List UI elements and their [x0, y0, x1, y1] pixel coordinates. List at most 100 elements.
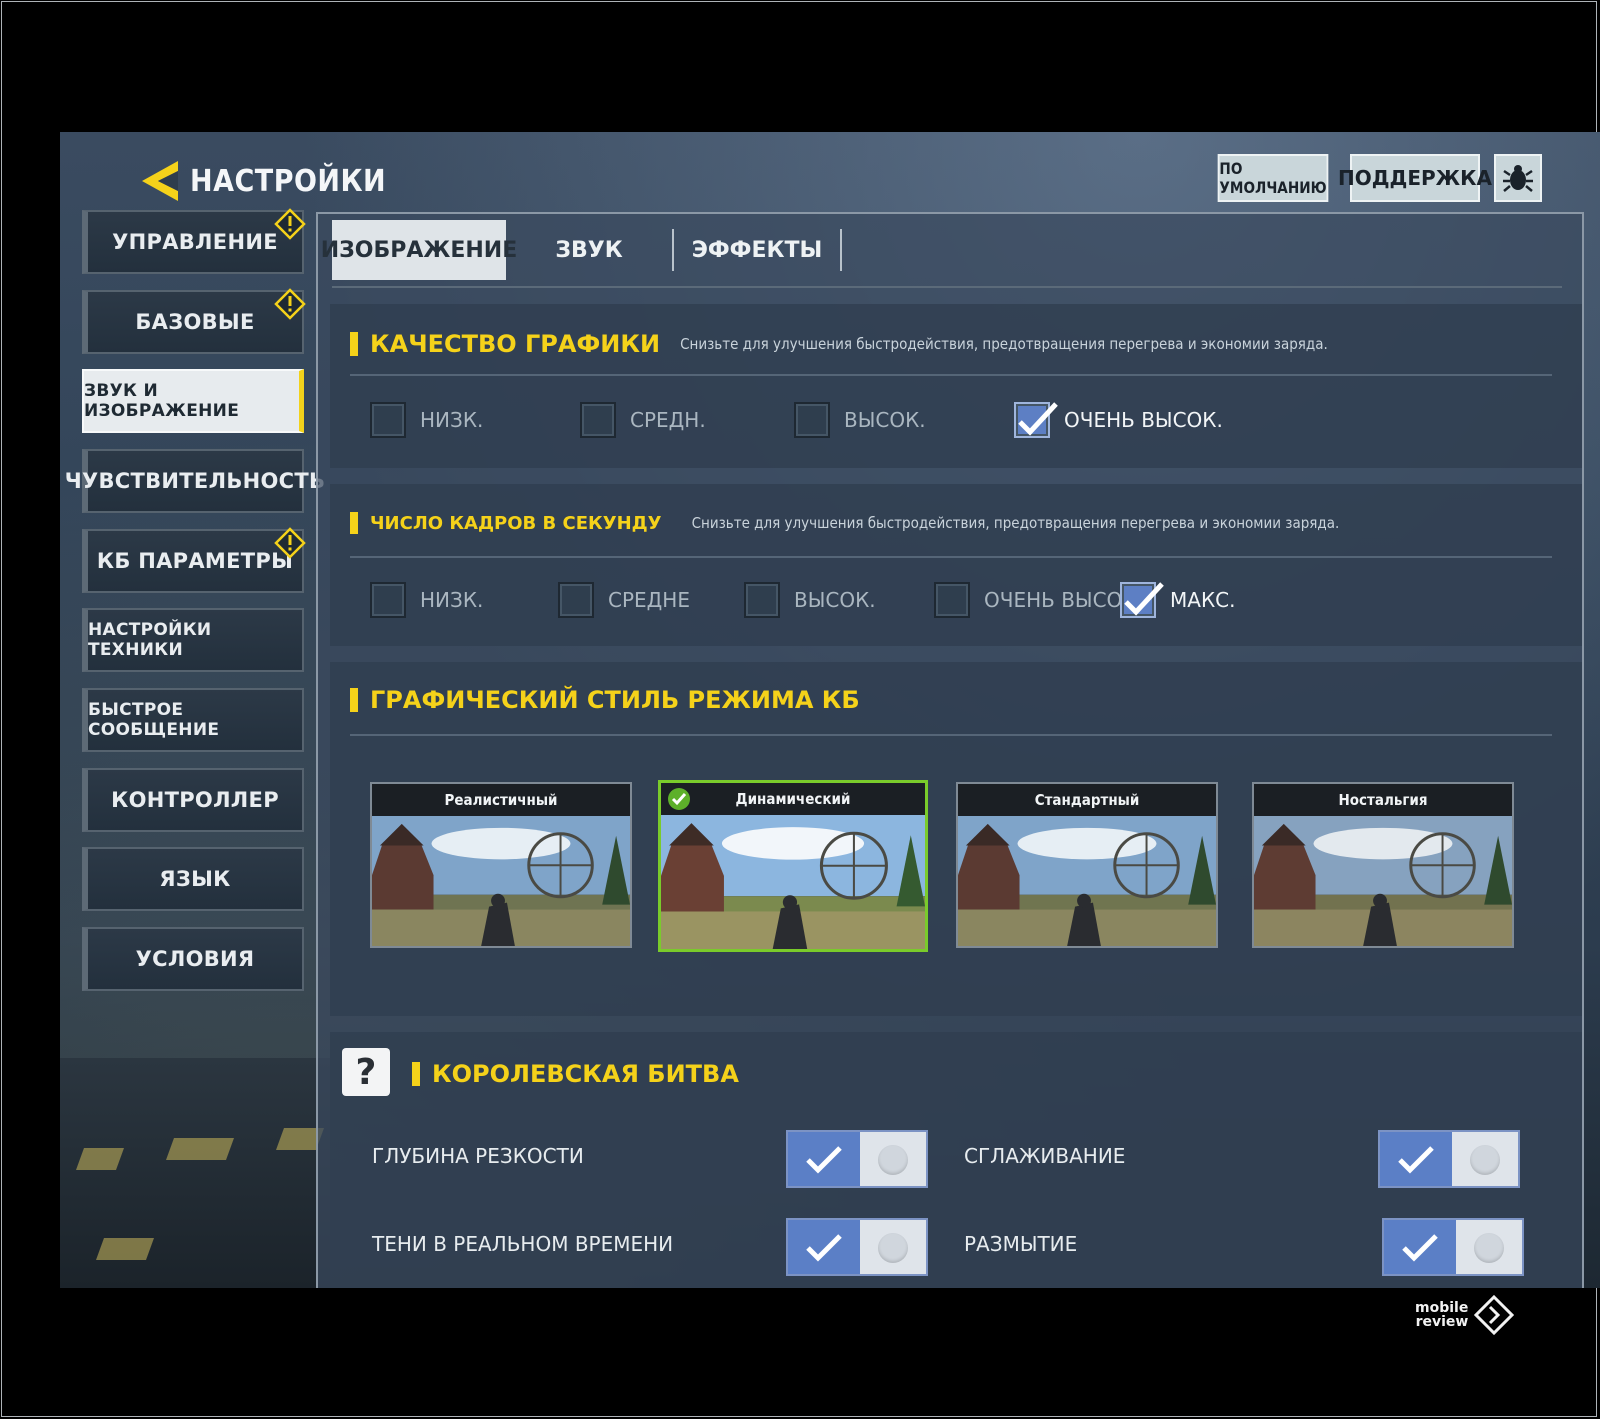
toggle-label: ТЕНИ В РЕАЛЬНОМ ВРЕМЕНИ — [372, 1232, 674, 1256]
sidebar-item-br-settings[interactable]: КБ ПАРАМЕТРЫ — [82, 527, 306, 593]
help-icon[interactable]: ? — [342, 1048, 390, 1096]
style-preview-image — [661, 815, 925, 949]
section-marker — [350, 332, 358, 356]
quality-option-medium[interactable]: СРЕДН. — [580, 402, 706, 438]
anti-aliasing-toggle[interactable] — [1378, 1130, 1520, 1188]
check-icon — [1124, 582, 1164, 616]
bug-report-button[interactable] — [1494, 154, 1542, 202]
sidebar-item-label: ЗВУК И ИЗОБРАЖЕНИЕ — [84, 381, 240, 421]
watermark-line1: mobile — [1415, 1300, 1469, 1316]
sidebar-item-label: КБ ПАРАМЕТРЫ — [96, 549, 294, 573]
fps-option-medium[interactable]: СРЕДНЕ — [558, 582, 690, 618]
style-card-dynamic[interactable]: Динамический — [658, 780, 928, 952]
toggle-knob — [1470, 1145, 1500, 1175]
section-title: КАЧЕСТВО ГРАФИКИ — [370, 330, 661, 358]
toggle-on-segment — [788, 1132, 860, 1186]
page-title: НАСТРОЙКИ — [190, 163, 387, 199]
warning-icon — [274, 208, 306, 240]
blur-toggle[interactable] — [1382, 1218, 1524, 1276]
section-description: Снизьте для улучшения быстродействия, пр… — [691, 514, 1340, 532]
quality-option-very-high[interactable]: ОЧЕНЬ ВЫСОК. — [1014, 402, 1223, 438]
tab-sound[interactable]: ЗВУК — [506, 220, 672, 280]
style-card-realistic[interactable]: Реалистичный — [370, 782, 632, 948]
style-label: Стандартный — [1034, 791, 1140, 809]
warning-icon — [274, 288, 306, 320]
sidebar-item-language[interactable]: ЯЗЫК — [82, 847, 304, 911]
support-button[interactable]: ПОДДЕРЖКА — [1338, 154, 1492, 202]
section-marker — [412, 1062, 420, 1086]
background-road — [60, 1058, 330, 1288]
sidebar-item-label: ЯЗЫК — [159, 867, 231, 891]
sidebar-item-sound-graphics[interactable]: ЗВУК И ИЗОБРАЖЕНИЕ — [82, 369, 304, 433]
checkbox[interactable] — [558, 582, 594, 618]
selected-check-icon — [668, 788, 690, 810]
checkbox-checked[interactable] — [1120, 582, 1164, 618]
mobile-review-watermark: mobile review — [1415, 1295, 1515, 1335]
checkbox[interactable] — [744, 582, 780, 618]
sidebar-item-basic[interactable]: БАЗОВЫЕ — [82, 288, 306, 354]
toggle-on-segment — [788, 1220, 860, 1274]
style-preview-image — [372, 816, 630, 946]
sidebar-item-controller[interactable]: КОНТРОЛЛЕР — [82, 768, 304, 832]
tab-graphics[interactable]: ИЗОБРАЖЕНИЕ — [321, 220, 517, 280]
section-divider — [350, 734, 1552, 736]
section-title: КОРОЛЕВСКАЯ БИТВА — [432, 1060, 739, 1088]
check-icon — [806, 1234, 842, 1262]
fps-option-very-high[interactable]: ОЧЕНЬ ВЫСОК. — [934, 582, 1143, 618]
toggle-knob — [878, 1145, 908, 1175]
defaults-button[interactable]: ПО УМОЛЧАНИЮ — [1217, 154, 1329, 202]
section-title: ЧИСЛО КАДРОВ В СЕКУНДУ — [370, 512, 662, 534]
fps-option-max[interactable]: МАКС. — [1120, 582, 1235, 618]
style-label: Динамический — [735, 790, 851, 808]
option-label: ВЫСОК. — [794, 588, 876, 612]
sidebar-item-sensitivity[interactable]: ЧУВСТВИТЕЛЬНОСТЬ — [65, 449, 325, 513]
tab-divider — [840, 229, 842, 271]
quality-option-low[interactable]: НИЗК. — [370, 402, 483, 438]
sidebar-item-vehicle-settings[interactable]: НАСТРОЙКИ ТЕХНИКИ — [82, 608, 304, 672]
settings-header: НАСТРОЙКИ — [138, 157, 386, 205]
warning-icon — [274, 527, 306, 559]
bug-icon — [1503, 165, 1533, 192]
checkbox[interactable] — [580, 402, 616, 438]
section-header: ГРАФИЧЕСКИЙ СТИЛЬ РЕЖИМА КБ — [350, 686, 860, 714]
check-icon — [1402, 1234, 1438, 1262]
sidebar-item-quick-message[interactable]: БЫСТРОЕ СООБЩЕНИЕ — [82, 688, 304, 752]
graphics-quality-section: КАЧЕСТВО ГРАФИКИ Снизьте для улучшения б… — [330, 304, 1582, 468]
fps-option-low[interactable]: НИЗК. — [370, 582, 483, 618]
sidebar-item-label: УПРАВЛЕНИЕ — [112, 230, 278, 254]
realtime-shadows-toggle[interactable] — [786, 1218, 928, 1276]
tab-effects[interactable]: ЭФФЕКТЫ — [674, 220, 840, 280]
check-icon — [806, 1146, 842, 1174]
checkbox[interactable] — [370, 582, 406, 618]
option-label: СРЕДНЕ — [608, 588, 690, 612]
back-arrow-icon[interactable] — [138, 157, 180, 205]
checkbox[interactable] — [794, 402, 830, 438]
checkbox[interactable] — [934, 582, 970, 618]
sidebar-item-label: УСЛОВИЯ — [135, 947, 255, 971]
sidebar-item-label: НАСТРОЙКИ ТЕХНИКИ — [88, 620, 212, 660]
settings-content-panel: ИЗОБРАЖЕНИЕ ЗВУК ЭФФЕКТЫ КАЧЕСТВО ГРАФИК… — [316, 212, 1584, 1288]
watermark-line2: review — [1415, 1314, 1469, 1330]
option-label: ОЧЕНЬ ВЫСОК. — [1064, 408, 1223, 432]
sidebar-item-controls[interactable]: УПРАВЛЕНИЕ — [82, 208, 306, 274]
style-label: Реалистичный — [444, 791, 558, 809]
sidebar-item-terms[interactable]: УСЛОВИЯ — [82, 927, 304, 991]
depth-of-field-toggle[interactable] — [786, 1130, 928, 1188]
style-card-nostalgia[interactable]: Ностальгия — [1252, 782, 1514, 948]
option-label: СРЕДН. — [630, 408, 706, 432]
fps-option-high[interactable]: ВЫСОК. — [744, 582, 876, 618]
style-card-standard[interactable]: Стандартный — [956, 782, 1218, 948]
section-divider — [350, 374, 1552, 376]
section-marker — [350, 688, 358, 712]
section-header: ЧИСЛО КАДРОВ В СЕКУНДУ Снизьте для улучш… — [350, 512, 1339, 534]
toggle-label: СГЛАЖИВАНИЕ — [964, 1144, 1126, 1168]
quality-option-high[interactable]: ВЫСОК. — [794, 402, 926, 438]
toggle-label: РАЗМЫТИЕ — [964, 1232, 1078, 1256]
section-marker — [350, 512, 358, 534]
section-header: КАЧЕСТВО ГРАФИКИ Снизьте для улучшения б… — [350, 330, 1328, 358]
checkbox-checked[interactable] — [1014, 402, 1058, 438]
tabs-divider-line — [332, 286, 1562, 288]
checkbox[interactable] — [370, 402, 406, 438]
option-label: ВЫСОК. — [844, 408, 926, 432]
mobile-review-logo-icon — [1474, 1295, 1515, 1335]
